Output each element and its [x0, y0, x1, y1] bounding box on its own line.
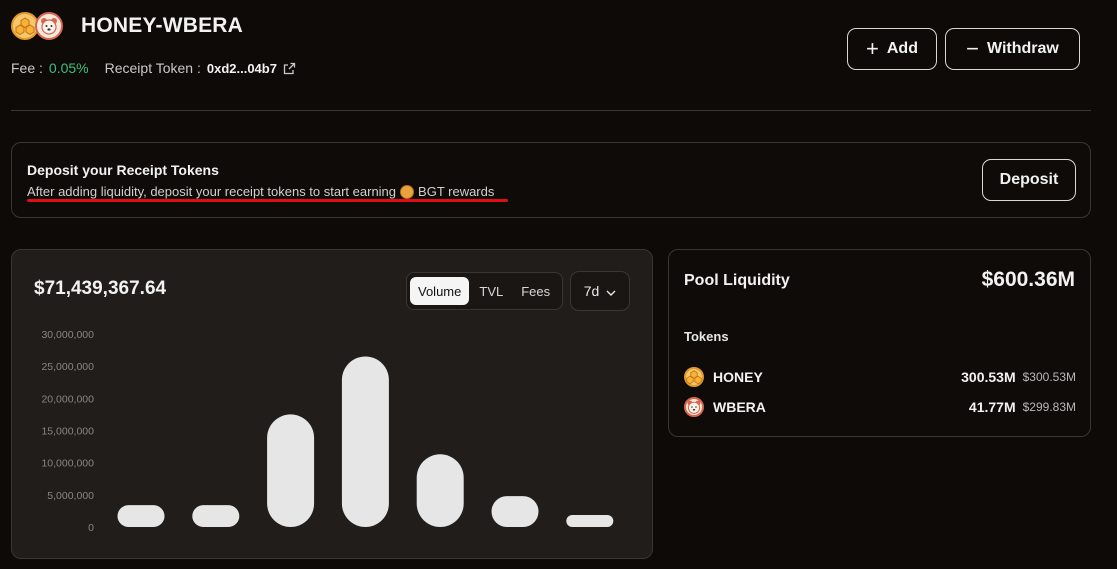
honey-token-icon — [684, 367, 704, 387]
time-range-value: 7d — [583, 283, 600, 299]
header-divider — [11, 110, 1091, 111]
y-tick-label: 20,000,000 — [41, 393, 94, 405]
volume-bar-3[interactable] — [267, 414, 315, 527]
chart-total-value: $71,439,367.64 — [34, 278, 167, 299]
token-amount: 300.53M — [961, 369, 1016, 385]
time-range-select[interactable]: 7d — [570, 271, 630, 311]
volume-bar-4[interactable] — [341, 356, 389, 527]
volume-bar-1[interactable] — [117, 505, 165, 527]
pool-meta: Fee : 0.05% Receipt Token : 0xd2...04b7 — [11, 60, 296, 76]
token-row-honey: HONEY 300.53M $300.53M — [684, 366, 1076, 388]
withdraw-button-label: Withdraw — [987, 40, 1059, 57]
token-symbol: HONEY — [713, 369, 763, 385]
y-tick-label: 30,000,000 — [41, 329, 94, 341]
fee-label: Fee : — [11, 60, 43, 76]
volume-bar-2[interactable] — [192, 505, 240, 527]
chevron-down-icon — [606, 283, 616, 299]
tokens-label: Tokens — [684, 329, 729, 344]
token-usd-value: $299.83M — [1022, 400, 1076, 414]
deposit-banner: Deposit your Receipt Tokens After adding… — [11, 142, 1091, 218]
add-button-label: Add — [886, 40, 918, 57]
volume-bar-6[interactable] — [491, 496, 539, 527]
volume-bar-7[interactable] — [566, 515, 614, 527]
banner-desc-reward: BGT rewards — [418, 184, 495, 199]
wbera-token-icon — [35, 12, 63, 40]
fee-value: 0.05% — [48, 60, 89, 76]
token-usd-value: $300.53M — [1022, 370, 1076, 384]
volume-bar-5[interactable] — [416, 454, 464, 527]
deposit-button[interactable]: Deposit — [982, 159, 1076, 201]
pool-header: HONEY-WBERA Fee : 0.05% Receipt Token : … — [11, 10, 1101, 82]
receipt-token-address[interactable]: 0xd2...04b7 — [207, 61, 277, 76]
wbera-token-icon — [684, 397, 704, 417]
plus-icon: + — [866, 36, 879, 61]
banner-desc-text: After adding liquidity, deposit your rec… — [27, 184, 397, 199]
withdraw-button[interactable]: − Withdraw — [945, 28, 1080, 70]
tab-fees[interactable]: Fees — [513, 277, 558, 305]
pool-liquidity-card: Pool Liquidity $600.36M Tokens HONEY 300… — [668, 249, 1091, 437]
volume-chart-card: 30,000,000 25,000,000 20,000,000 15,000,000… — [11, 249, 653, 559]
red-underline-annotation — [27, 199, 508, 202]
pool-token-icons — [11, 12, 67, 40]
add-liquidity-button[interactable]: + Add — [847, 28, 937, 70]
tab-volume[interactable]: Volume — [410, 277, 470, 305]
external-link-icon[interactable] — [283, 62, 296, 75]
token-symbol: WBERA — [713, 399, 766, 415]
tab-tvl[interactable]: TVL — [471, 277, 511, 305]
y-tick-label: 10,000,000 — [41, 458, 94, 470]
banner-description: After adding liquidity, deposit your rec… — [27, 184, 494, 199]
bgt-token-icon — [400, 184, 415, 199]
y-tick-label: 5,000,000 — [47, 490, 94, 502]
token-amount: 41.77M — [968, 399, 1016, 415]
pool-liquidity-title: Pool Liquidity — [684, 272, 790, 289]
chart-metric-tabs: Volume TVL Fees — [406, 272, 563, 310]
pool-liquidity-total: $600.36M — [981, 268, 1075, 291]
receipt-token-label: Receipt Token : — [104, 60, 201, 76]
page-title: HONEY-WBERA — [81, 14, 244, 37]
y-tick-label: 25,000,000 — [41, 361, 94, 373]
minus-icon: − — [966, 36, 979, 61]
y-tick-label: 0 — [88, 522, 94, 534]
banner-title: Deposit your Receipt Tokens — [27, 162, 219, 178]
y-tick-label: 15,000,000 — [41, 426, 94, 438]
token-row-wbera: WBERA 41.77M $299.83M — [684, 396, 1076, 418]
